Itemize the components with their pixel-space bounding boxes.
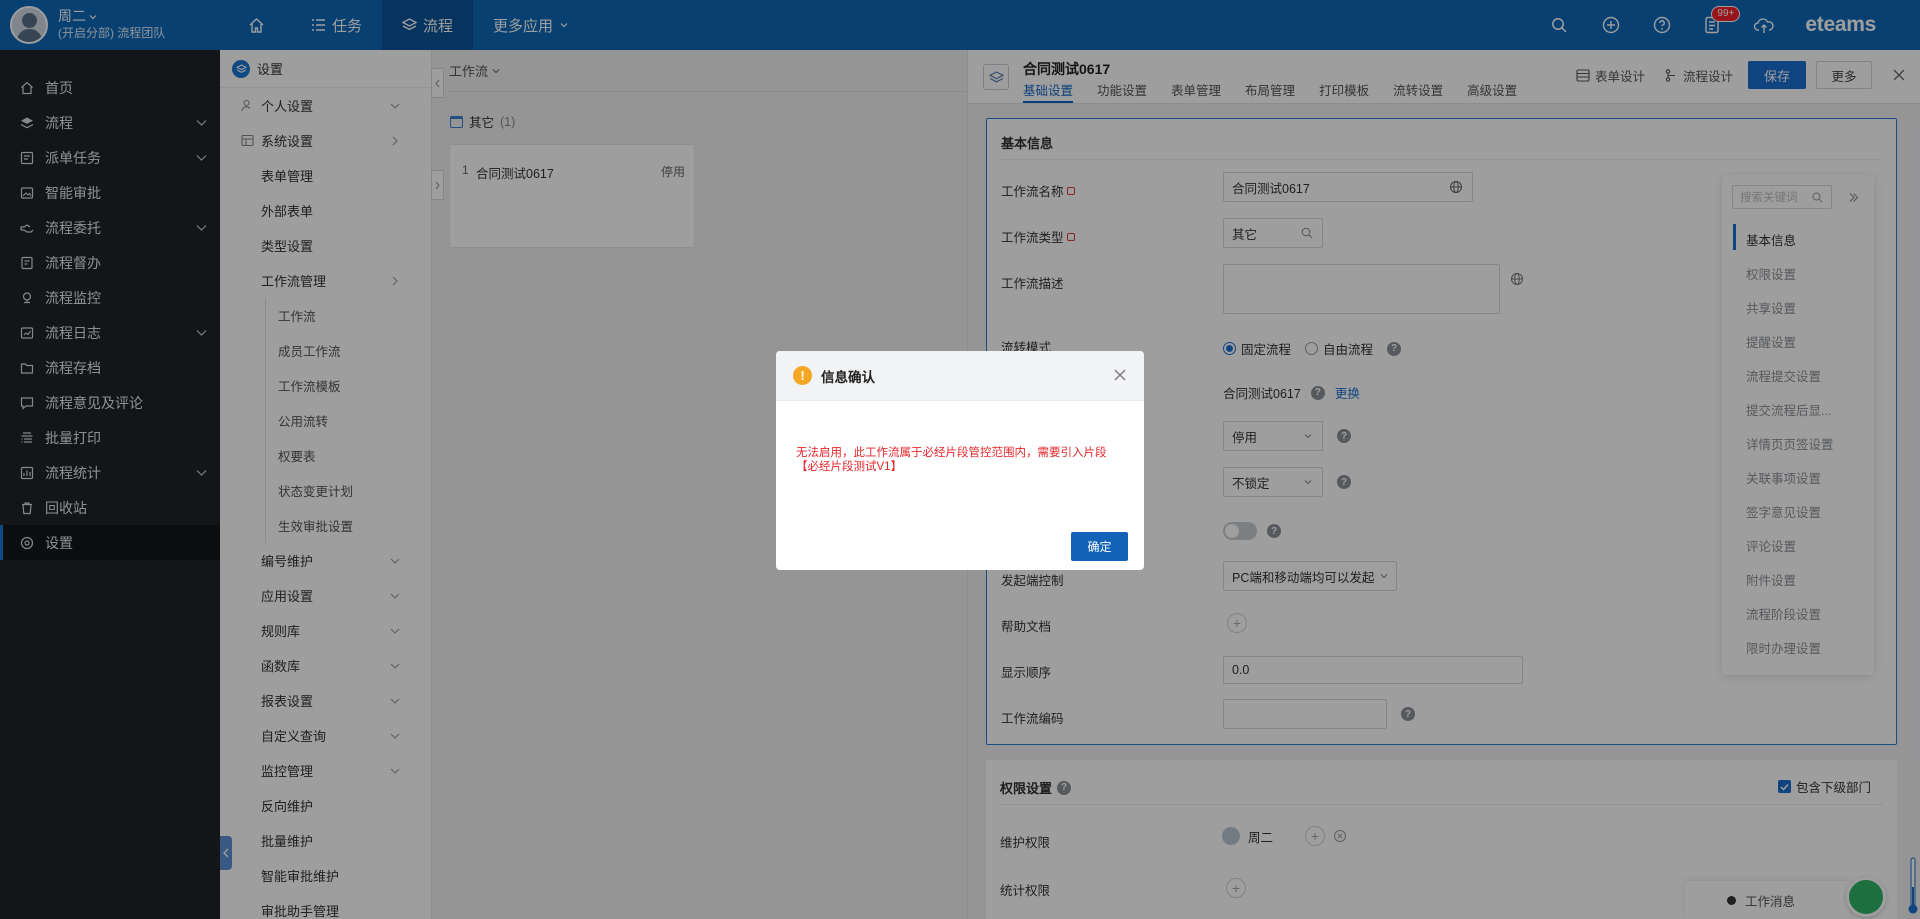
- dialog-message: 无法启用，此工作流属于必经片段管控范围内，需要引入片段 【必经片段测试V1】: [796, 446, 1124, 474]
- dialog-ok-button[interactable]: 确定: [1071, 532, 1128, 561]
- dialog-message-line1: 无法启用，此工作流属于必经片段管控范围内，需要引入片段: [796, 447, 1107, 459]
- dialog-title: 信息确认: [821, 369, 875, 385]
- dialog-message-line2: 【必经片段测试V1】: [796, 461, 903, 473]
- confirm-dialog: ! 信息确认 无法启用，此工作流属于必经片段管控范围内，需要引入片段 【必经片段…: [776, 351, 1144, 570]
- dialog-header: ! 信息确认: [776, 351, 1144, 401]
- warning-icon: !: [793, 366, 812, 385]
- dialog-close-icon[interactable]: [1113, 368, 1127, 382]
